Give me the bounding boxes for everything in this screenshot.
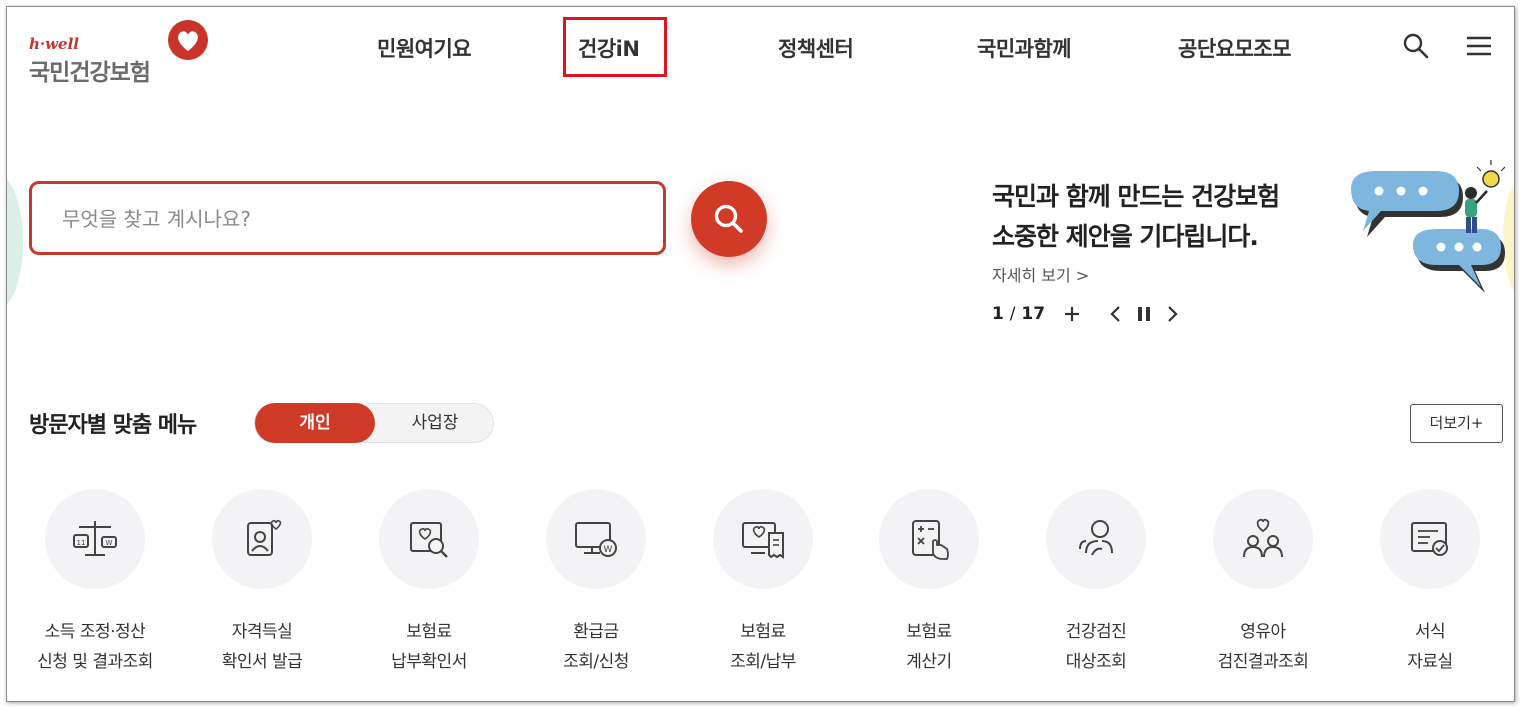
person-card-icon [247, 519, 282, 556]
calculator-icon [912, 520, 949, 560]
banner-detail-link[interactable]: 자세히 보기 > [992, 262, 1089, 286]
menu-icon-circle [1046, 489, 1146, 589]
section-title: 방문자별 맞춤 메뉴 [29, 413, 197, 438]
svg-text:W: W [106, 539, 113, 547]
toggle-business[interactable]: 사업장 [375, 404, 495, 442]
chevron-left-icon[interactable] [1105, 303, 1127, 325]
form-icon [1411, 522, 1448, 556]
toggle-personal[interactable]: 개인 [255, 403, 375, 443]
menu-icon-circle [1213, 489, 1313, 589]
menu-icon-circle [212, 489, 312, 589]
pager-current: 1 [992, 304, 1004, 324]
nav-item-civil[interactable]: 민원여기요 [377, 33, 472, 63]
menu-item-label: 자격득실 확인서 발급 [221, 622, 303, 672]
banner-controls: 1 / 17 [992, 303, 1183, 325]
menu-item-label: 보험료 계산기 [906, 622, 952, 672]
more-button[interactable]: 더보기+ [1410, 404, 1503, 443]
menu-item-label: 보험료 납부확인서 [391, 622, 467, 672]
pager-total: 17 [1021, 304, 1046, 324]
svg-text:11: 11 [77, 539, 86, 547]
person-search-icon [1079, 520, 1113, 556]
speech-bubbles-illustration [1351, 160, 1505, 293]
menu-item-label: 영유아 검진결과조회 [1217, 622, 1309, 672]
menu-item-label: 소득 조정·정산 신청 및 결과조회 [37, 622, 153, 672]
pause-icon[interactable] [1133, 303, 1155, 325]
nav-item-about[interactable]: 공단요모조모 [1178, 33, 1291, 63]
menu-item-label: 보험료 조회/납부 [730, 622, 796, 672]
menu-icon-circle: 11 W [45, 489, 145, 589]
svg-text:W: W [604, 545, 613, 555]
menu-icon-circle [1380, 489, 1480, 589]
menu-item[interactable]: 영유아 검진결과조회 [1183, 489, 1343, 677]
menu-icon-circle [379, 489, 479, 589]
nav-item-policy[interactable]: 정책센터 [778, 33, 854, 63]
search-icon[interactable] [1401, 31, 1431, 61]
menu-item[interactable]: 11 W 소득 조정·정산 신청 및 결과조회 [15, 489, 175, 677]
menu-item[interactable]: 보험료 계산기 [849, 489, 1009, 677]
menu-icon-circle: W [546, 489, 646, 589]
menu-item-label: 환급금 조회/신청 [563, 622, 629, 672]
chevron-right-icon[interactable] [1161, 303, 1183, 325]
browser-viewport: h·well 국민건강보험 민원여기요 건강iN 정책센터 국민과함께 공단요모… [6, 6, 1515, 702]
visitor-type-toggle: 개인 사업장 [254, 403, 494, 443]
pager-separator: / [1009, 304, 1016, 324]
monitor-won-icon: W [575, 522, 617, 557]
highlight-box [563, 17, 667, 77]
decorative-shape-left [7, 177, 23, 307]
global-nav: 민원여기요 건강iN 정책센터 국민과함께 공단요모조모 [7, 7, 1514, 87]
menu-icon[interactable] [1464, 31, 1494, 61]
menu-item[interactable]: 보험료 조회/납부 [683, 489, 843, 677]
menu-item[interactable]: 보험료 납부확인서 [349, 489, 509, 677]
magnifier-icon [714, 204, 743, 233]
banner-pager: 1 / 17 [992, 304, 1045, 324]
menu-item[interactable]: 서식 자료실 [1350, 489, 1510, 677]
banner-title-line1: 국민과 함께 만드는 건강보험 [992, 182, 1280, 211]
family-icon [1243, 518, 1283, 558]
menu-icon-circle [713, 489, 813, 589]
document-search-icon [410, 522, 448, 558]
search-input[interactable] [62, 202, 622, 236]
menu-item[interactable]: W 환급금 조회/신청 [516, 489, 676, 677]
menu-item-label: 건강검진 대상조회 [1065, 622, 1127, 672]
menu-item[interactable]: 건강검진 대상조회 [1016, 489, 1176, 677]
nav-item-with-people[interactable]: 국민과함께 [977, 33, 1072, 63]
plus-icon[interactable] [1061, 303, 1083, 325]
scale-icon: 11 W [73, 521, 117, 556]
monitor-receipt-icon [742, 522, 784, 559]
menu-item[interactable]: 자격득실 확인서 발급 [182, 489, 342, 677]
menu-icon-circle [879, 489, 979, 589]
menu-item-label: 서식 자료실 [1407, 622, 1453, 672]
banner-title: 국민과 함께 만드는 건강보험 소중한 제안을 기다립니다. [992, 177, 1332, 257]
search-button[interactable] [691, 181, 767, 257]
search-box [29, 181, 666, 255]
banner-title-line2: 소중한 제안을 기다립니다. [992, 222, 1259, 251]
